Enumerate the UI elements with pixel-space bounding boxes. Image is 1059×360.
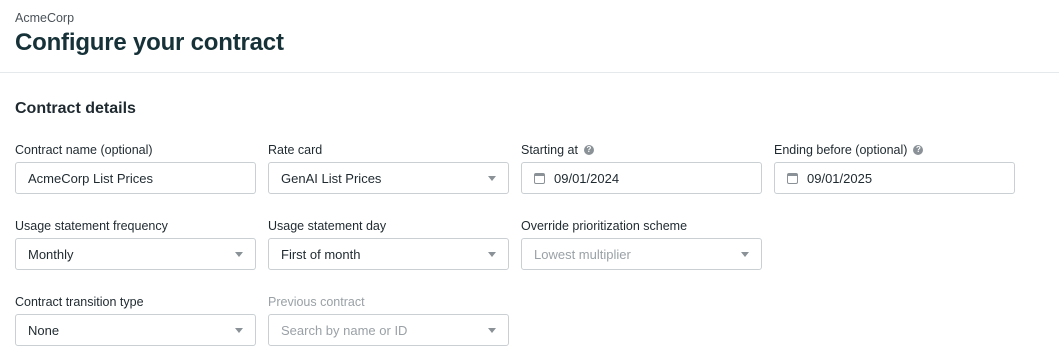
contract-transition-type-value: None xyxy=(28,322,60,338)
previous-contract-search[interactable]: Search by name or ID xyxy=(268,314,509,346)
chevron-down-icon xyxy=(488,327,496,333)
rate-card-label: Rate card xyxy=(268,143,323,157)
rate-card-value: GenAI List Prices xyxy=(281,170,382,186)
usage-statement-frequency-select[interactable]: Monthly xyxy=(15,238,256,270)
previous-contract-field: Previous contract Search by name or ID xyxy=(268,294,509,346)
contract-transition-type-label: Contract transition type xyxy=(15,295,144,309)
usage-statement-day-value: First of month xyxy=(281,246,361,262)
contract-transition-type-field: Contract transition type None xyxy=(15,294,256,346)
usage-statement-day-field: Usage statement day First of month xyxy=(268,218,509,270)
chevron-down-icon xyxy=(235,327,243,333)
usage-statement-frequency-value: Monthly xyxy=(28,246,74,262)
ending-before-label: Ending before (optional) xyxy=(774,143,908,157)
override-prioritization-label: Override prioritization scheme xyxy=(521,219,688,233)
page-header: AcmeCorp Configure your contract xyxy=(0,0,1059,73)
chevron-down-icon xyxy=(741,251,749,257)
chevron-down-icon xyxy=(488,175,496,181)
ending-before-label-row: Ending before (optional) ? xyxy=(774,142,1015,158)
usage-statement-frequency-label: Usage statement frequency xyxy=(15,219,168,233)
contract-transition-type-select[interactable]: None xyxy=(15,314,256,346)
rate-card-field: Rate card GenAI List Prices xyxy=(268,142,509,194)
starting-at-date-input[interactable]: 09/01/2024 xyxy=(521,162,762,194)
override-prioritization-field: Override prioritization scheme Lowest mu… xyxy=(521,218,762,270)
contract-name-field: Contract name (optional) AcmeCorp List P… xyxy=(15,142,256,194)
ending-before-field: Ending before (optional) ? 09/01/2025 xyxy=(774,142,1015,194)
ending-before-date-input[interactable]: 09/01/2025 xyxy=(774,162,1015,194)
company-name: AcmeCorp xyxy=(15,11,75,25)
question-circle-icon[interactable]: ? xyxy=(583,145,594,155)
chevron-down-icon xyxy=(488,251,496,257)
chevron-down-icon xyxy=(235,251,243,257)
starting-at-field: Starting at ? 09/01/2024 xyxy=(521,142,762,194)
ending-before-value: 09/01/2025 xyxy=(807,170,873,186)
starting-at-value: 09/01/2024 xyxy=(554,170,620,186)
contract-name-value: AcmeCorp List Prices xyxy=(28,170,153,186)
usage-statement-frequency-field: Usage statement frequency Monthly xyxy=(15,218,256,270)
usage-statement-day-select[interactable]: First of month xyxy=(268,238,509,270)
page-title: Configure your contract xyxy=(15,29,284,56)
usage-statement-day-label: Usage statement day xyxy=(268,219,387,233)
override-prioritization-value: Lowest multiplier xyxy=(534,246,631,262)
rate-card-select[interactable]: GenAI List Prices xyxy=(268,162,509,194)
starting-at-label: Starting at xyxy=(521,143,578,157)
starting-at-label-row: Starting at ? xyxy=(521,142,762,158)
contract-name-input[interactable]: AcmeCorp List Prices xyxy=(15,162,256,194)
contract-name-label: Contract name (optional) xyxy=(15,143,153,157)
question-circle-icon[interactable]: ? xyxy=(913,145,924,155)
previous-contract-label: Previous contract xyxy=(268,295,365,309)
calendar-icon xyxy=(534,172,545,184)
previous-contract-placeholder: Search by name or ID xyxy=(281,322,408,338)
calendar-icon xyxy=(787,172,798,184)
section-title: Contract details xyxy=(15,100,136,117)
override-prioritization-select[interactable]: Lowest multiplier xyxy=(521,238,762,270)
